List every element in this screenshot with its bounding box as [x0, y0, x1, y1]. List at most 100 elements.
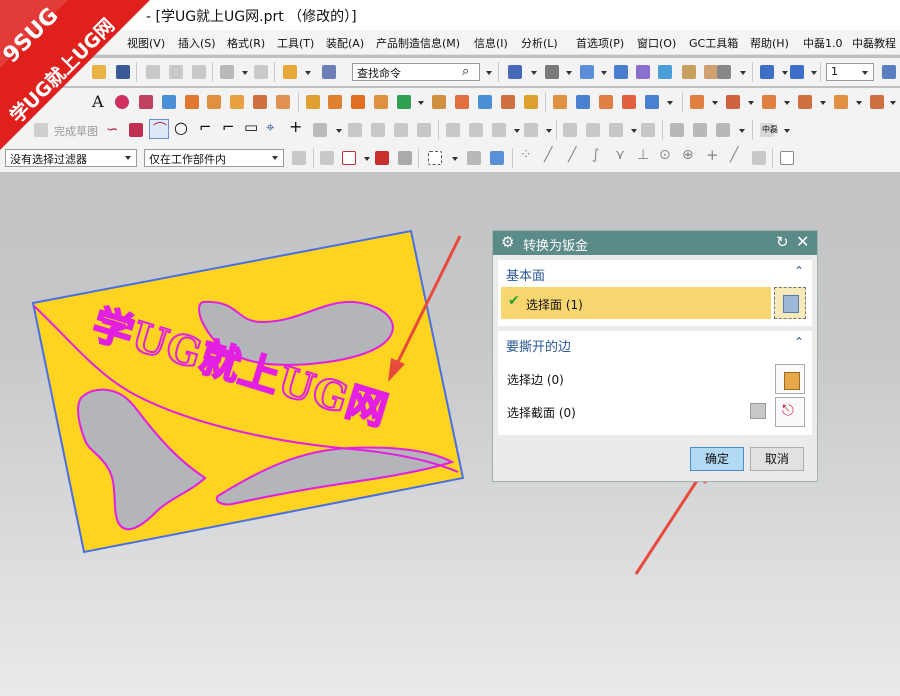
table-icon[interactable] [882, 65, 896, 79]
convert-reference-icon[interactable] [716, 123, 730, 137]
grid-icon[interactable] [780, 151, 794, 165]
menu-tools[interactable]: 工具(T) [277, 35, 314, 51]
cutout-bottom[interactable] [215, 446, 455, 506]
menu-analysis[interactable]: 分析(L) [521, 35, 558, 51]
collapse-icon[interactable]: ⌃ [794, 264, 804, 278]
chamfer-icon[interactable] [455, 95, 469, 109]
geometric-constraint-icon[interactable] [586, 123, 600, 137]
edges-to-rip-header[interactable]: 要撕开的边 [506, 336, 571, 355]
menu-preferences[interactable]: 首选项(P) [576, 35, 624, 51]
select-feature-icon[interactable] [320, 151, 334, 165]
command-finder-input[interactable]: 查找命令 [352, 63, 480, 81]
mirror-icon[interactable] [328, 95, 342, 109]
flange-icon[interactable] [576, 95, 590, 109]
bounded-grid-icon[interactable] [752, 151, 766, 165]
section-sketch-icon[interactable] [750, 403, 766, 419]
orient-icon[interactable] [790, 65, 804, 79]
face-select-icon[interactable] [774, 287, 806, 319]
point-icon[interactable]: + [289, 117, 302, 136]
command-finder-icon[interactable] [322, 65, 336, 79]
convert-icon[interactable] [798, 95, 812, 109]
pocket-icon[interactable] [253, 95, 267, 109]
endpoint-snap-icon[interactable]: ⁘ [520, 147, 532, 163]
paste-icon[interactable] [192, 65, 206, 79]
pattern-curve-icon[interactable] [348, 123, 362, 137]
mirror-curve-icon[interactable] [371, 123, 385, 137]
arc-icon[interactable]: ⌒ [149, 119, 169, 139]
rectangle-icon[interactable]: ▭ [244, 118, 258, 136]
view-background-icon[interactable] [682, 65, 696, 79]
arc-center-snap-icon[interactable]: ⋎ [615, 147, 625, 163]
chamfer-sketch-icon[interactable]: ⌐ [222, 118, 235, 136]
control-point-snap-icon[interactable]: ╱ [568, 147, 576, 163]
trim-body-icon[interactable] [374, 95, 388, 109]
copy-icon[interactable] [169, 65, 183, 79]
corner-break-icon[interactable] [762, 95, 776, 109]
bend-icon[interactable] [599, 95, 613, 109]
edge-select-icon[interactable] [775, 364, 805, 394]
quick-pick-icon[interactable] [375, 151, 389, 165]
pattern-icon[interactable] [306, 95, 320, 109]
menu-window[interactable]: 窗口(O) [637, 35, 676, 51]
offset-face-icon[interactable] [501, 95, 515, 109]
reset-icon[interactable]: ↻ [776, 233, 789, 251]
extrude-icon[interactable] [162, 95, 176, 109]
selection-filter-dropdown[interactable]: 没有选择过滤器 [5, 149, 137, 167]
thicken-icon[interactable] [524, 95, 538, 109]
point-on-face-snap-icon[interactable]: ╱ [730, 147, 738, 163]
cutout-top[interactable] [198, 300, 394, 366]
sheet-metal-tab-icon[interactable] [553, 95, 567, 109]
select-face-toolbar-icon[interactable] [490, 151, 504, 165]
shell-icon[interactable] [397, 95, 411, 109]
select-body-icon[interactable] [467, 151, 481, 165]
menu-help[interactable]: 帮助(H) [750, 35, 789, 51]
collapse-icon-2[interactable]: ⌃ [794, 335, 804, 349]
zhonglei-label[interactable]: 中磊 [762, 124, 778, 135]
relief-icon[interactable] [726, 95, 740, 109]
menu-zhonglei[interactable]: 中磊1.0 [803, 35, 843, 51]
quick-trim-icon[interactable] [446, 123, 460, 137]
show-constraints-icon[interactable] [641, 123, 655, 137]
menu-information[interactable]: 信息(I) [474, 35, 508, 51]
offset-curve-icon[interactable] [313, 123, 327, 137]
polygon-icon[interactable]: ⌖ [266, 118, 274, 136]
base-face-header[interactable]: 基本面 [506, 265, 545, 284]
quick-extend-icon[interactable] [469, 123, 483, 137]
deselect-icon[interactable] [398, 151, 412, 165]
derived-line-icon[interactable] [417, 123, 431, 137]
undo-icon[interactable] [220, 65, 234, 79]
flat-solid-icon[interactable] [834, 95, 848, 109]
revolve-icon[interactable] [185, 95, 199, 109]
draft-icon[interactable] [478, 95, 492, 109]
make-corner-icon[interactable] [492, 123, 506, 137]
cancel-button[interactable]: 取消 [750, 447, 804, 471]
animate-dimension-icon[interactable] [693, 123, 707, 137]
binoculars-icon[interactable]: ⌕ [462, 64, 469, 79]
menu-assembly[interactable]: 装配(A) [326, 35, 364, 51]
combine-icon[interactable] [351, 95, 365, 109]
blend-icon[interactable] [432, 95, 446, 109]
scope-dropdown[interactable]: 仅在工作部件内 [144, 149, 284, 167]
ripped-edge-curve[interactable] [33, 305, 459, 473]
menu-pmi[interactable]: 产品制造信息(M) [376, 35, 460, 51]
unbend-icon[interactable] [622, 95, 636, 109]
view-iso-icon[interactable] [614, 65, 628, 79]
section-select-icon[interactable]: ⎋ [775, 397, 805, 427]
menu-insert[interactable]: 插入(S) [178, 35, 216, 51]
background-icon[interactable] [704, 65, 718, 79]
sketch-relations-icon[interactable] [670, 123, 684, 137]
hole-icon[interactable] [207, 95, 221, 109]
tangent-snap-icon[interactable]: ⊥ [637, 147, 649, 163]
menu-zhonglei-tutorial[interactable]: 中磊教程 [852, 35, 896, 51]
cutout-left[interactable] [77, 388, 207, 531]
redo-icon[interactable] [254, 65, 268, 79]
touch-mode-icon[interactable] [283, 65, 297, 79]
constraint-icon[interactable] [524, 123, 538, 137]
ok-button[interactable]: 确定 [690, 447, 744, 471]
shaded-icon[interactable] [580, 65, 594, 79]
dialog-settings-icon[interactable]: ⚙ [501, 233, 514, 251]
flat-pattern-icon[interactable] [870, 95, 884, 109]
dimension-icon[interactable] [563, 123, 577, 137]
intersection-snap-icon[interactable]: ∫ [592, 147, 599, 163]
render-style-icon[interactable] [545, 65, 559, 79]
